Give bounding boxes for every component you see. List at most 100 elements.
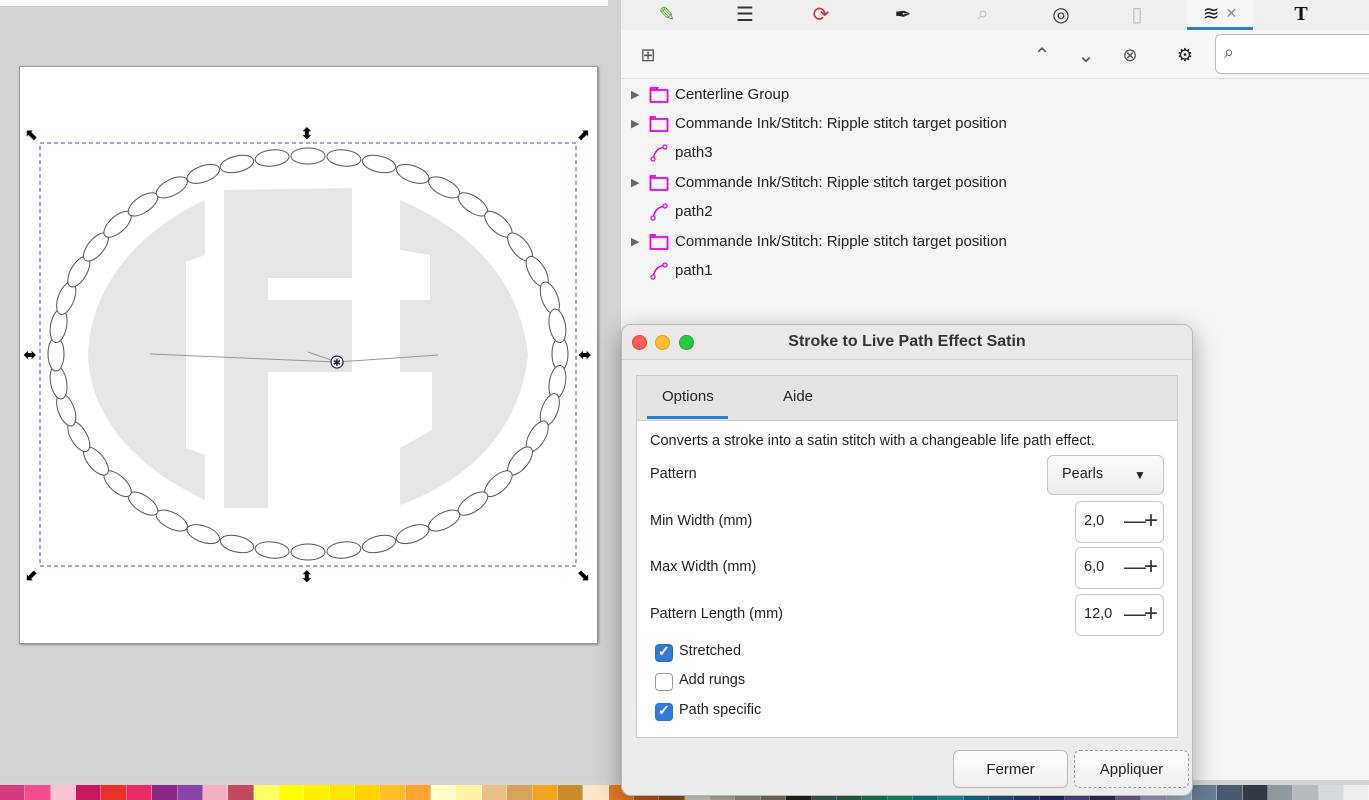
close-button[interactable]: Fermer	[953, 750, 1068, 788]
tab-options[interactable]: Options	[662, 388, 714, 405]
min-width-stepper[interactable]: 2,0 — +	[1075, 501, 1164, 543]
move-up-icon[interactable]: ⌃	[1029, 42, 1055, 68]
path-specific-checkbox[interactable]: ✓	[655, 702, 673, 721]
stretched-checkbox[interactable]: ✓	[655, 643, 673, 662]
expand-arrow-icon[interactable]: ▶	[631, 88, 639, 101]
color-swatch[interactable]	[1217, 785, 1243, 800]
max-width-stepper[interactable]: 6,0 — +	[1075, 547, 1164, 589]
color-swatch[interactable]	[507, 785, 533, 800]
color-swatch[interactable]	[228, 785, 254, 800]
pearl	[254, 149, 290, 167]
color-swatch[interactable]	[1191, 785, 1218, 800]
color-swatch[interactable]	[25, 785, 51, 800]
move-down-icon[interactable]: ⌄	[1073, 42, 1099, 68]
increment-icon[interactable]: +	[1144, 602, 1162, 626]
color-swatch[interactable]	[177, 785, 203, 800]
close-tab-icon[interactable]: ✕	[1226, 5, 1238, 22]
settings-gear-icon[interactable]: ⚙	[1172, 42, 1198, 68]
color-swatch[interactable]	[557, 785, 584, 800]
search-input[interactable]: ⌕	[1215, 34, 1369, 74]
color-swatch[interactable]	[304, 785, 330, 800]
increment-icon[interactable]: +	[1144, 555, 1162, 579]
add-rungs-checkbox[interactable]	[655, 673, 673, 691]
handle-bottom-left-icon[interactable]: ⬋	[25, 565, 38, 584]
color-swatch[interactable]	[532, 785, 558, 800]
color-swatch[interactable]	[481, 785, 508, 800]
color-swatch[interactable]	[583, 785, 609, 800]
remove-icon[interactable]: ⊗	[1117, 42, 1143, 68]
fill-stroke-tab-icon[interactable]: ✒	[883, 0, 923, 28]
color-swatch[interactable]	[152, 785, 178, 800]
align-tab-icon[interactable]: ☰	[725, 0, 765, 28]
max-width-value[interactable]: 6,0	[1084, 559, 1104, 575]
color-swatch[interactable]	[355, 785, 381, 800]
handle-top-icon[interactable]: ⬍	[300, 124, 313, 143]
tree-row[interactable]: ▶ Commande Ink/Stitch: Ripple stitch tar…	[625, 227, 1369, 256]
monogram-shape[interactable]	[88, 188, 528, 508]
tab-help[interactable]: Aide	[783, 388, 813, 405]
tree-row[interactable]: path3	[625, 138, 1369, 167]
increment-icon[interactable]: +	[1144, 509, 1162, 533]
handle-bottom-icon[interactable]: ⬍	[300, 567, 313, 586]
dialog-titlebar[interactable]: Stroke to Live Path Effect Satin	[622, 325, 1192, 360]
handle-bottom-right-icon[interactable]: ⬊	[576, 565, 589, 584]
color-swatch[interactable]	[1242, 785, 1268, 800]
lpe-satin-dialog: Stroke to Live Path Effect Satin Options…	[621, 324, 1193, 796]
handle-top-right-icon[interactable]: ⬈	[576, 125, 589, 144]
color-swatch[interactable]	[50, 785, 77, 800]
tree-row[interactable]: path2	[625, 197, 1369, 226]
min-width-value[interactable]: 2,0	[1084, 513, 1104, 529]
color-swatch[interactable]	[1318, 785, 1345, 800]
tree-item-label: Commande Ink/Stitch: Ripple stitch targe…	[675, 174, 1007, 191]
color-swatch[interactable]	[1293, 785, 1319, 800]
handle-top-left-icon[interactable]: ⬉	[25, 125, 38, 144]
color-swatch[interactable]	[380, 785, 406, 800]
pearl	[428, 176, 461, 199]
expand-arrow-icon[interactable]: ▶	[631, 176, 639, 189]
color-swatch[interactable]	[278, 785, 305, 800]
clones-tab-icon[interactable]: ◎	[1041, 0, 1081, 28]
color-swatch[interactable]	[431, 785, 457, 800]
pearl	[290, 147, 326, 165]
handle-left-icon[interactable]: ⬌	[23, 345, 36, 364]
folder-icon	[649, 234, 669, 250]
text-tab-icon[interactable]: T	[1281, 0, 1321, 28]
symbols-tab-icon[interactable]: ▯	[1117, 0, 1157, 28]
canvas-artwork[interactable]: ✱ ⬉ ⬍ ⬈ ⬌ ⬌ ⬋ ⬍ ⬊	[0, 0, 608, 780]
add-layer-icon[interactable]: ⊞	[635, 42, 661, 68]
active-tab-indicator	[647, 416, 728, 419]
color-swatch[interactable]	[101, 785, 127, 800]
dialog-panel: Options Aide Converts a stroke into a sa…	[636, 375, 1178, 738]
color-swatch[interactable]	[253, 785, 279, 800]
stretched-label: Stretched	[679, 643, 742, 659]
color-swatch[interactable]	[0, 785, 26, 800]
tree-row[interactable]: ▶ Centerline Group	[625, 80, 1369, 109]
tree-row[interactable]: ▶ Commande Ink/Stitch: Ripple stitch tar…	[625, 109, 1369, 138]
pattern-length-value[interactable]: 12,0	[1084, 606, 1112, 622]
color-swatch[interactable]	[202, 785, 229, 800]
color-swatch[interactable]	[1267, 785, 1294, 800]
pearl	[219, 534, 255, 554]
tree-row[interactable]: ▶ Commande Ink/Stitch: Ripple stitch tar…	[625, 168, 1369, 197]
find-tab-icon[interactable]: ⌕	[963, 0, 1003, 28]
objects-tab-icon[interactable]: ≋ ✕	[1187, 0, 1253, 30]
decrement-icon[interactable]: —	[1124, 556, 1146, 578]
expand-arrow-icon[interactable]: ▶	[631, 235, 639, 248]
color-swatch[interactable]	[456, 785, 482, 800]
tree-row[interactable]: path1	[625, 256, 1369, 285]
expand-arrow-icon[interactable]: ▶	[631, 117, 639, 130]
color-swatch[interactable]	[126, 785, 153, 800]
color-swatch[interactable]	[76, 785, 102, 800]
pattern-length-stepper[interactable]: 12,0 — +	[1075, 594, 1164, 636]
color-swatch[interactable]	[405, 785, 432, 800]
canvas-area[interactable]: ✱ ⬉ ⬍ ⬈ ⬌ ⬌ ⬋ ⬍ ⬊	[0, 0, 608, 780]
color-swatch[interactable]	[1344, 785, 1369, 800]
decrement-icon[interactable]: —	[1124, 603, 1146, 625]
handle-right-icon[interactable]: ⬌	[578, 345, 591, 364]
apply-button[interactable]: Appliquer	[1074, 750, 1189, 788]
color-swatch[interactable]	[329, 785, 356, 800]
decrement-icon[interactable]: —	[1124, 510, 1146, 532]
pattern-select[interactable]: Pearls ▼	[1047, 455, 1164, 495]
transform-tab-icon[interactable]: ⟳	[801, 0, 841, 28]
path-effects-tab-icon[interactable]: ✎	[647, 0, 687, 28]
